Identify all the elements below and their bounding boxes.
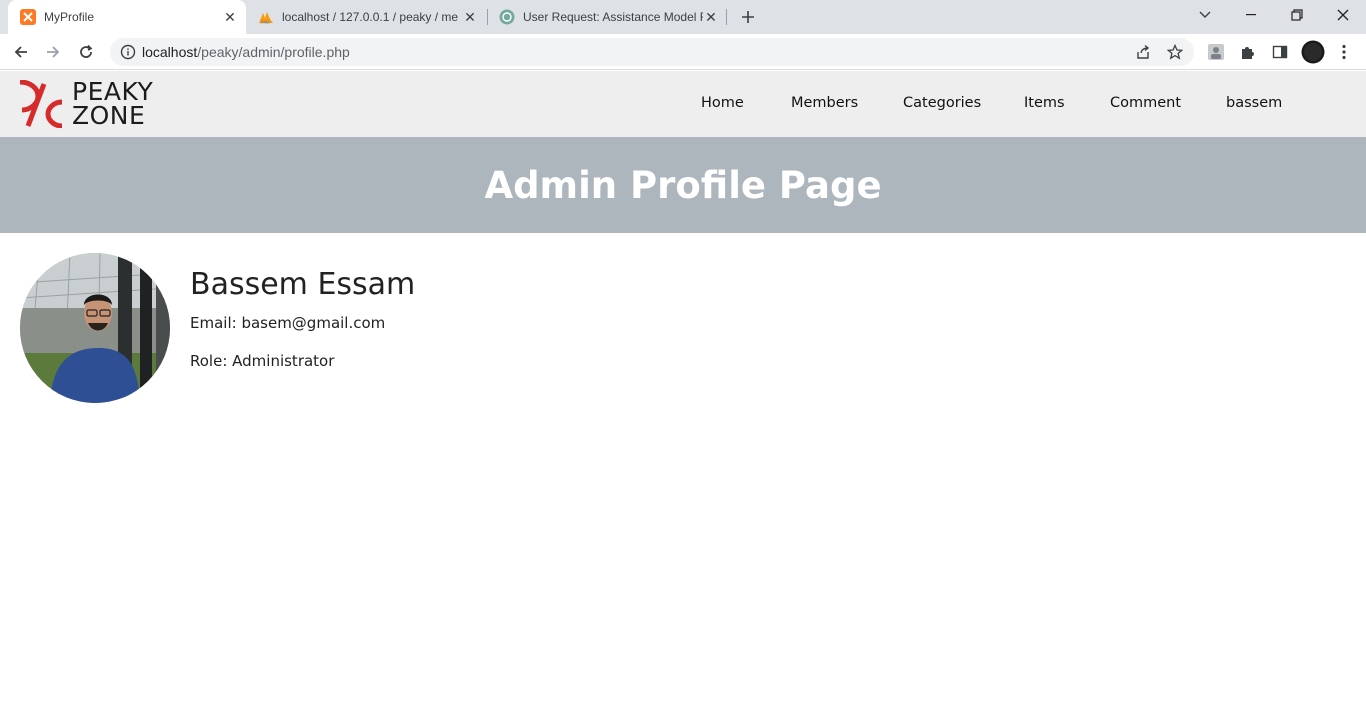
profile-name: Bassem Essam: [190, 267, 416, 302]
reload-button[interactable]: [74, 40, 98, 64]
nav-members[interactable]: Members: [791, 95, 858, 111]
profile-photo: [20, 253, 170, 403]
close-tab-icon[interactable]: ✕: [703, 9, 719, 25]
nav-links: Home Members Categories Items Comment ba…: [0, 71, 1366, 137]
profile-avatar-button[interactable]: [1301, 40, 1325, 64]
minimize-button[interactable]: [1228, 0, 1274, 30]
new-tab-button[interactable]: [736, 5, 760, 29]
phpmyadmin-icon: PMA: [259, 12, 273, 25]
avatar: [1301, 40, 1325, 64]
extension-image-icon: [1208, 44, 1224, 60]
close-tab-icon[interactable]: ✕: [222, 9, 238, 25]
address-bar[interactable]: localhost/peaky/admin/profile.php: [110, 38, 1194, 66]
chevron-down-icon: [1199, 11, 1211, 18]
url-text[interactable]: localhost/peaky/admin/profile.php: [142, 44, 350, 60]
chatgpt-icon: [499, 9, 515, 25]
side-panel-icon: [1272, 45, 1288, 59]
restore-icon: [1291, 9, 1303, 21]
restore-button[interactable]: [1274, 0, 1320, 30]
arrow-right-icon: [47, 46, 60, 58]
site-navbar: PEAKY ZONE Home Members Categories Items…: [0, 71, 1366, 137]
tab-chatgpt[interactable]: User Request: Assistance Model F ✕: [487, 0, 727, 34]
nav-items[interactable]: Items: [1024, 95, 1065, 111]
side-panel-button[interactable]: [1270, 42, 1290, 62]
share-icon[interactable]: [1135, 44, 1151, 60]
nav-user-menu[interactable]: bassem: [1226, 95, 1282, 111]
close-icon: [1337, 9, 1349, 21]
browser-toolbar: localhost/peaky/admin/profile.php: [0, 34, 1366, 70]
close-window-button[interactable]: [1320, 0, 1366, 30]
arrow-left-icon: [14, 46, 27, 58]
plus-icon: [742, 11, 754, 23]
svg-text:PMA: PMA: [261, 20, 270, 25]
tab-title: User Request: Assistance Model F: [523, 10, 703, 24]
nav-comment[interactable]: Comment: [1110, 95, 1181, 111]
back-button[interactable]: [9, 40, 33, 64]
bookmark-star-icon[interactable]: [1167, 44, 1183, 60]
browser-tab-strip: MyProfile ✕ PMA localhost / 127.0.0.1 / …: [0, 0, 1366, 34]
profile-email: Email: basem@gmail.com: [190, 314, 386, 332]
nav-home[interactable]: Home: [701, 95, 744, 111]
tab-title: localhost / 127.0.0.1 / peaky / me: [282, 10, 459, 24]
info-icon[interactable]: [120, 44, 136, 60]
url-path: /peaky/admin/profile.php: [197, 44, 350, 60]
profile-role: Role: Administrator: [190, 352, 335, 370]
minimize-icon: [1246, 14, 1256, 16]
forward-button[interactable]: [41, 40, 65, 64]
page-banner: Admin Profile Page: [0, 137, 1366, 233]
extensions-button[interactable]: [1238, 42, 1258, 62]
tab-search-button[interactable]: [1182, 0, 1228, 30]
nav-categories[interactable]: Categories: [903, 95, 981, 111]
profile-info: Bassem Essam Email: basem@gmail.com Role…: [190, 267, 590, 370]
url-host: localhost: [142, 44, 198, 60]
avatar: [20, 253, 170, 403]
puzzle-icon: [1242, 47, 1254, 59]
tab-separator: [726, 9, 727, 25]
browser-menu-button[interactable]: [1334, 42, 1354, 62]
xampp-icon: [20, 9, 36, 25]
reload-icon: [80, 44, 93, 58]
tab-myprofile[interactable]: MyProfile ✕: [8, 0, 246, 34]
page-title: Admin Profile Page: [484, 163, 882, 207]
extension-profile-button[interactable]: [1206, 42, 1226, 62]
more-vert-icon: [1342, 44, 1346, 60]
tab-title: MyProfile: [44, 10, 95, 24]
tab-phpmyadmin[interactable]: PMA localhost / 127.0.0.1 / peaky / me ✕: [246, 0, 486, 34]
close-tab-icon[interactable]: ✕: [462, 9, 478, 25]
